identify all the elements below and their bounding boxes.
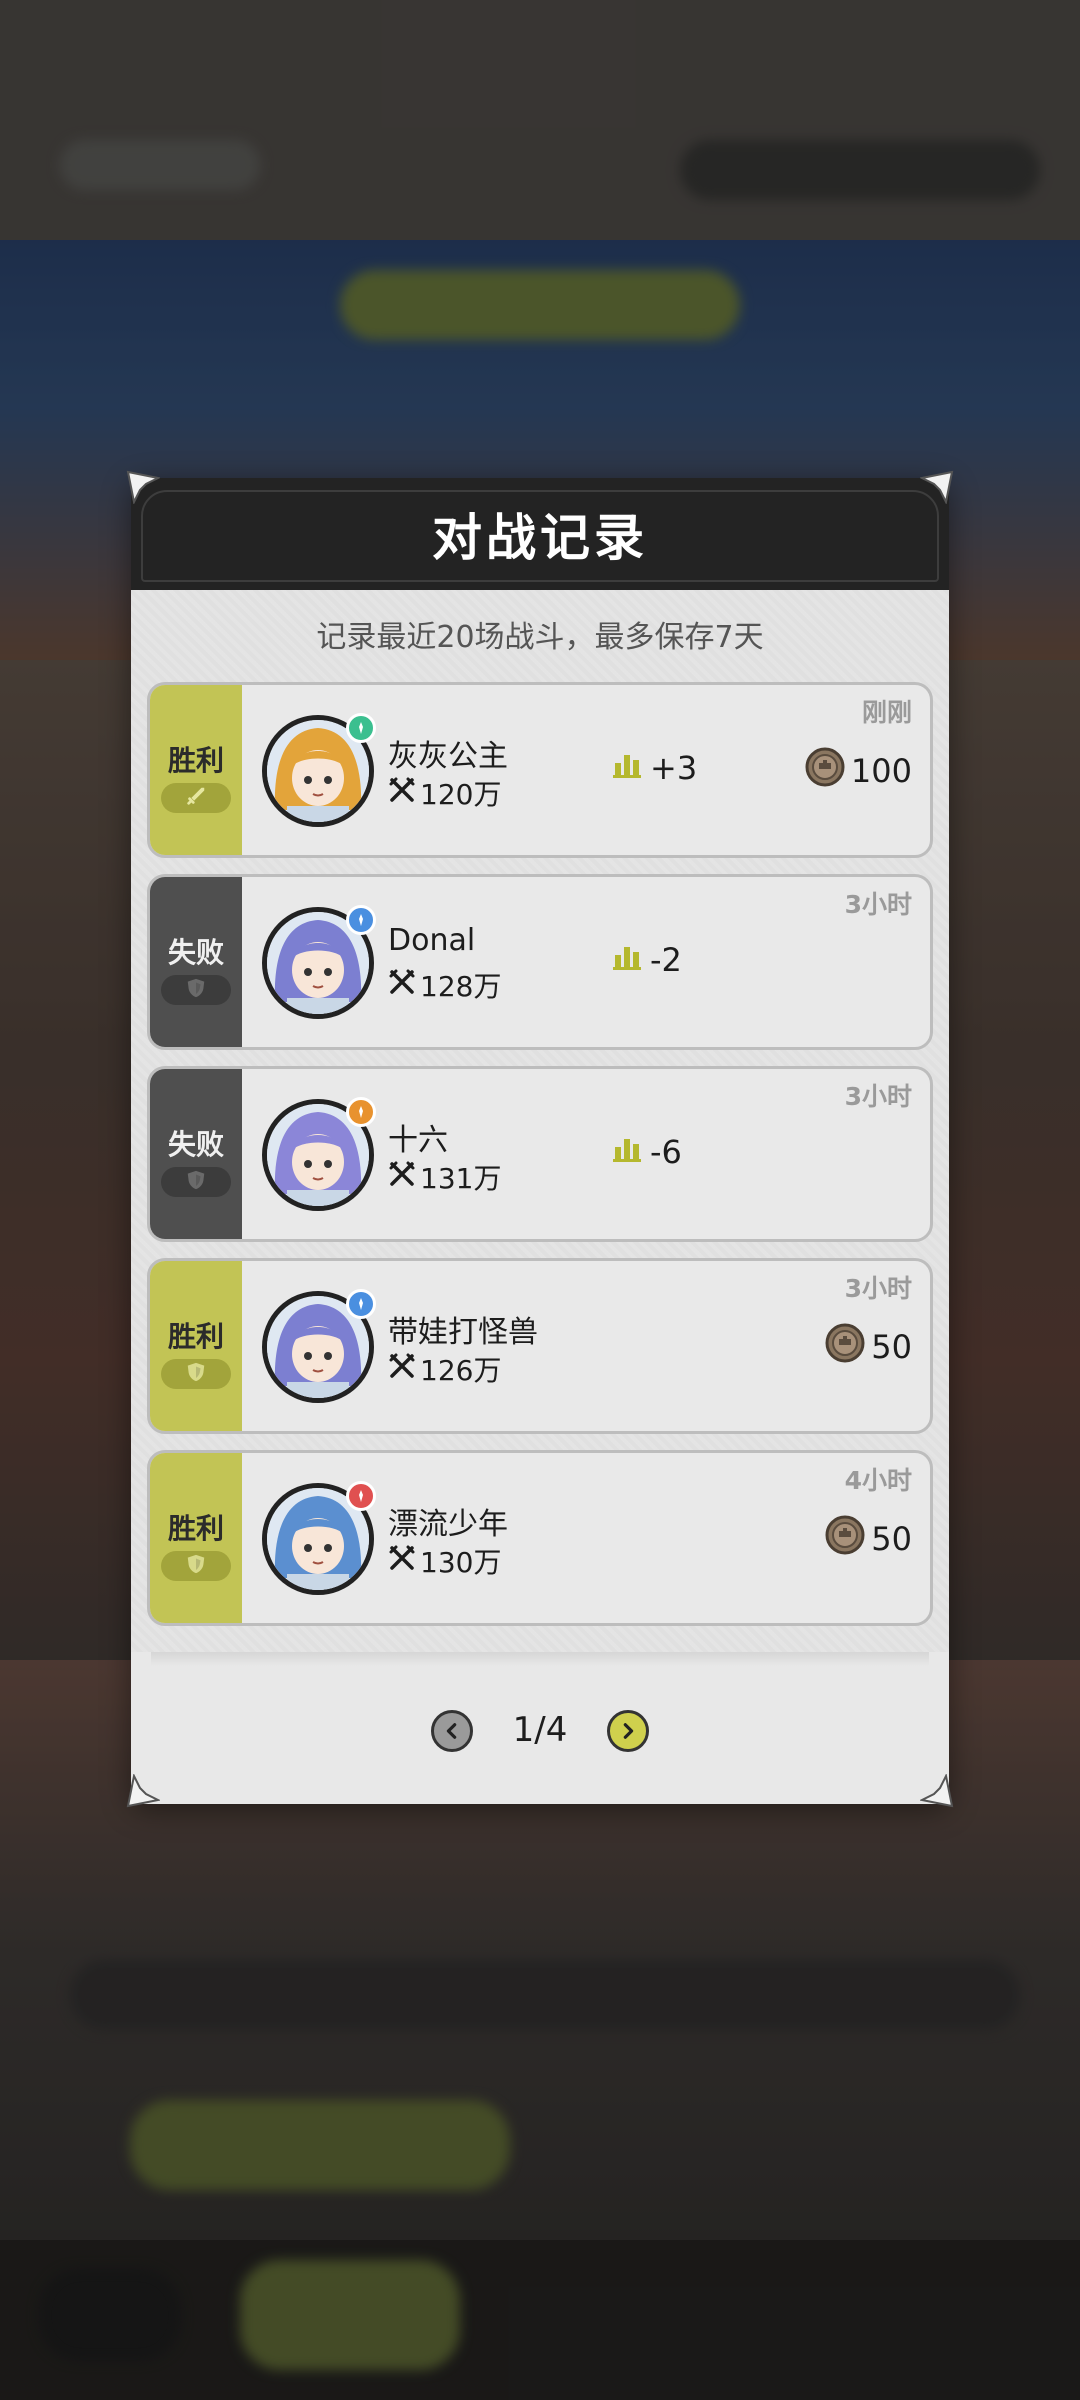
result-label: 胜利 bbox=[167, 744, 224, 777]
result-panel: 失败 bbox=[150, 1069, 242, 1239]
combat-power: 120万 bbox=[388, 773, 501, 813]
coin-reward: 50 bbox=[825, 1323, 912, 1371]
opponent-name: Donal bbox=[388, 923, 476, 958]
result-label: 失败 bbox=[167, 936, 224, 969]
battle-record-dialog: 对战记录 记录最近20场战斗，最多保存7天 胜利 灰灰公主 120万 刚刚 +3 100 失… bbox=[131, 478, 949, 1804]
record-time: 3小时 bbox=[844, 1274, 912, 1303]
combat-power: 128万 bbox=[388, 965, 501, 1005]
combat-power-value: 131万 bbox=[420, 1162, 502, 1195]
rank-change-value: +3 bbox=[650, 749, 698, 787]
record-time: 3小时 bbox=[844, 1082, 912, 1111]
result-badge bbox=[161, 1359, 231, 1389]
shield-icon bbox=[185, 977, 207, 1003]
rank-change-value: -2 bbox=[650, 941, 682, 979]
next-page-button[interactable] bbox=[607, 1710, 649, 1752]
rank-change: +3 bbox=[612, 749, 697, 787]
class-badge-icon bbox=[346, 905, 376, 935]
opponent-name: 十六 bbox=[388, 1123, 448, 1158]
record-time: 4小时 bbox=[844, 1466, 912, 1495]
combat-power-value: 120万 bbox=[420, 778, 502, 811]
corner-ornament-icon bbox=[920, 1774, 954, 1808]
medal-coin-icon bbox=[825, 1323, 871, 1371]
result-panel: 胜利 bbox=[150, 685, 242, 855]
pager: 1/4 bbox=[131, 1652, 949, 1804]
rank-bars-icon bbox=[612, 749, 650, 787]
shield-icon bbox=[185, 1169, 207, 1195]
medal-coin-icon bbox=[805, 747, 851, 795]
combat-power: 130万 bbox=[388, 1541, 501, 1581]
rank-bars-icon bbox=[612, 1133, 650, 1171]
record-time: 3小时 bbox=[844, 890, 912, 919]
battle-record-row[interactable]: 失败 十六 131万 3小时 -6 bbox=[147, 1066, 933, 1242]
opponent-name: 灰灰公主 bbox=[388, 739, 508, 774]
combat-power: 126万 bbox=[388, 1349, 501, 1389]
coin-reward: 50 bbox=[825, 1515, 912, 1563]
dialog-body: 记录最近20场战斗，最多保存7天 胜利 灰灰公主 120万 刚刚 +3 100 失败 Dona… bbox=[131, 590, 949, 1804]
result-panel: 失败 bbox=[150, 877, 242, 1047]
combat-power-value: 128万 bbox=[420, 970, 502, 1003]
shield-icon bbox=[185, 1553, 207, 1579]
crossed-swords-icon bbox=[388, 776, 420, 811]
coin-reward-value: 100 bbox=[850, 752, 912, 790]
prev-page-button[interactable] bbox=[431, 1710, 473, 1752]
coin-reward: 100 bbox=[805, 747, 912, 795]
battle-record-row[interactable]: 胜利 灰灰公主 120万 刚刚 +3 100 bbox=[147, 682, 933, 858]
corner-ornament-icon bbox=[126, 1774, 160, 1808]
coin-reward-value: 50 bbox=[871, 1520, 912, 1558]
shield-icon bbox=[185, 1361, 207, 1387]
battle-record-row[interactable]: 胜利 带娃打怪兽 126万 3小时 50 bbox=[147, 1258, 933, 1434]
combat-power: 131万 bbox=[388, 1157, 501, 1197]
corner-ornament-icon bbox=[920, 470, 954, 504]
class-badge-icon bbox=[346, 1289, 376, 1319]
result-badge bbox=[161, 783, 231, 813]
crossed-swords-icon bbox=[388, 1160, 420, 1195]
coin-reward-value: 50 bbox=[871, 1328, 912, 1366]
result-badge bbox=[161, 1167, 231, 1197]
class-badge-icon bbox=[346, 1481, 376, 1511]
rank-change-value: -6 bbox=[650, 1133, 682, 1171]
result-panel: 胜利 bbox=[150, 1453, 242, 1623]
sword-icon bbox=[185, 785, 207, 811]
crossed-swords-icon bbox=[388, 1352, 420, 1387]
chevron-right-icon bbox=[623, 1723, 634, 1739]
rank-change: -6 bbox=[612, 1133, 682, 1171]
dialog-header: 对战记录 bbox=[131, 478, 949, 590]
battle-record-row[interactable]: 失败 Donal 128万 3小时 -2 bbox=[147, 874, 933, 1050]
corner-ornament-icon bbox=[126, 470, 160, 504]
medal-coin-icon bbox=[825, 1515, 871, 1563]
result-badge bbox=[161, 975, 231, 1005]
result-label: 胜利 bbox=[167, 1512, 224, 1545]
combat-power-value: 126万 bbox=[420, 1354, 502, 1387]
result-label: 失败 bbox=[167, 1128, 224, 1161]
crossed-swords-icon bbox=[388, 1544, 420, 1579]
result-badge bbox=[161, 1551, 231, 1581]
battle-record-row[interactable]: 胜利 漂流少年 130万 4小时 50 bbox=[147, 1450, 933, 1626]
opponent-name: 漂流少年 bbox=[388, 1507, 508, 1542]
rank-bars-icon bbox=[612, 941, 650, 979]
result-label: 胜利 bbox=[167, 1320, 224, 1353]
record-time: 刚刚 bbox=[861, 698, 912, 727]
page-indicator: 1/4 bbox=[512, 1710, 568, 1750]
class-badge-icon bbox=[346, 713, 376, 743]
class-badge-icon bbox=[346, 1097, 376, 1127]
result-panel: 胜利 bbox=[150, 1261, 242, 1431]
rank-change: -2 bbox=[612, 941, 682, 979]
chevron-left-icon bbox=[446, 1723, 457, 1739]
crossed-swords-icon bbox=[388, 968, 420, 1003]
dialog-subtitle: 记录最近20场战斗，最多保存7天 bbox=[316, 620, 764, 655]
opponent-name: 带娃打怪兽 bbox=[388, 1315, 538, 1350]
dialog-title: 对战记录 bbox=[432, 509, 648, 567]
combat-power-value: 130万 bbox=[420, 1546, 502, 1579]
